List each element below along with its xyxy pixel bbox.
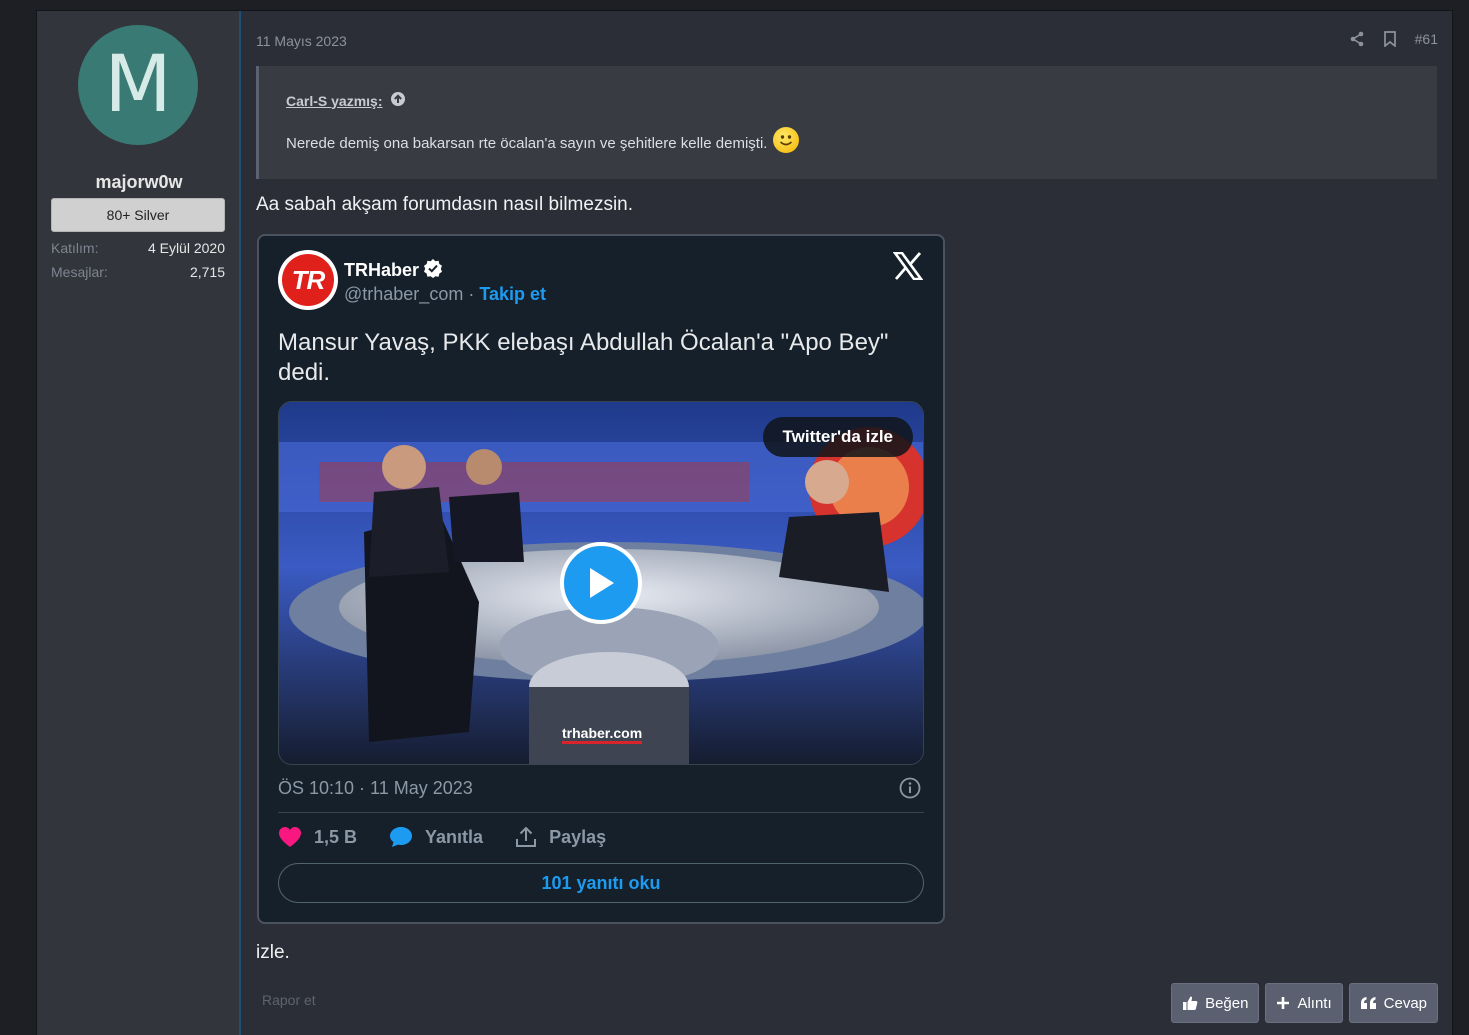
bookmark-icon[interactable]: [1383, 31, 1397, 47]
quote-author-link[interactable]: Carl-S yazmış:: [286, 91, 406, 110]
upload-icon: [516, 826, 537, 847]
share-action[interactable]: Paylaş: [515, 826, 606, 848]
tweet-avatar-logo: TR: [282, 254, 334, 306]
messages-stat: Mesajlar: 2,715: [51, 264, 225, 280]
tweet-text: Mansur Yavaş, PKK elebaşı Abdullah Öcala…: [278, 329, 889, 386]
messages-value: 2,715: [189, 264, 225, 280]
play-button[interactable]: [560, 542, 642, 624]
joined-stat: Katılım: 4 Eylül 2020: [51, 240, 225, 256]
quote-button-label: Alıntı: [1297, 994, 1332, 1012]
forum-post: M majorw0w 80+ Silver Katılım: 4 Eylül 2…: [36, 10, 1453, 1035]
tweet-divider: [278, 812, 924, 813]
quote-button[interactable]: Alıntı: [1265, 983, 1343, 1023]
handle-separator: ·: [468, 284, 475, 304]
thumbs-up-icon: [1183, 996, 1198, 1010]
quote-marks-icon: [1360, 997, 1376, 1009]
like-count: 1,5 B: [314, 826, 358, 847]
video-watermark: trhaber.com: [562, 725, 643, 744]
avatar[interactable]: M: [78, 25, 198, 145]
info-icon[interactable]: [899, 777, 921, 804]
plus-icon: [1277, 997, 1290, 1009]
arrow-up-circle-icon[interactable]: [390, 91, 406, 110]
post-action-buttons: Beğen Alıntı Cevap: [1171, 983, 1438, 1023]
x-logo-icon[interactable]: [892, 251, 924, 285]
like-button-label: Beğen: [1205, 994, 1249, 1012]
joined-label: Katılım:: [51, 240, 99, 256]
tweet-actions: 1,5 B Yanıtla Paylaş: [278, 826, 638, 848]
user-sidebar: M majorw0w 80+ Silver Katılım: 4 Eylül 2…: [37, 11, 241, 1035]
follow-button[interactable]: Takip et: [479, 284, 546, 304]
verified-badge-icon: [423, 258, 443, 283]
speech-bubble-icon: [390, 827, 413, 847]
reply-button-label: Cevap: [1383, 994, 1427, 1012]
user-rank-badge: 80+ Silver: [51, 198, 225, 232]
post-number[interactable]: #61: [1415, 31, 1438, 47]
post-date[interactable]: 11 Mayıs 2023: [256, 33, 347, 49]
like-action[interactable]: 1,5 B: [278, 826, 357, 848]
tweet-video[interactable]: Twitter'da izle trhaber.com: [278, 401, 924, 765]
reply-text: Aa sabah akşam forumdasın nasıl bilmezsi…: [256, 194, 634, 215]
read-replies-button[interactable]: 101 yanıtı oku: [278, 863, 924, 903]
tweet-embed[interactable]: TR TRHaber @trhaber_com · Takip et Mansu…: [257, 234, 945, 924]
messages-label: Mesajlar:: [51, 264, 108, 280]
share-label: Paylaş: [549, 826, 607, 847]
joined-value: 4 Eylül 2020: [147, 240, 225, 256]
tweet-avatar[interactable]: TR: [278, 250, 338, 310]
tweet-handle[interactable]: @trhaber_com: [344, 284, 463, 304]
heart-icon: [279, 827, 301, 847]
footer-text: izle.: [256, 942, 290, 963]
share-icon[interactable]: [1349, 31, 1365, 47]
report-link[interactable]: Rapor et: [262, 992, 316, 1008]
quote-block: Carl-S yazmış: Nerede demiş ona bakarsan…: [256, 66, 1437, 179]
reply-button[interactable]: Cevap: [1348, 983, 1438, 1023]
tweet-timestamp[interactable]: ÖS 10:10 · 11 May 2023: [278, 778, 473, 799]
smiley-icon: [773, 127, 800, 153]
reply-label: Yanıtla: [425, 826, 484, 847]
quote-text: Nerede demiş ona bakarsan rte öcalan'a s…: [286, 127, 800, 156]
tweet-name[interactable]: TRHaber: [344, 260, 419, 281]
username[interactable]: majorw0w: [37, 172, 241, 193]
watch-on-twitter-button[interactable]: Twitter'da izle: [762, 417, 913, 457]
tweet-handle-line: @trhaber_com · Takip et: [344, 284, 546, 305]
quote-author-name[interactable]: Carl-S yazmış:: [286, 93, 382, 109]
like-button[interactable]: Beğen: [1171, 983, 1260, 1023]
post-top-actions: #61: [1349, 31, 1438, 47]
post-main: 11 Mayıs 2023 #61 Carl-S yazmış: Nerede …: [243, 11, 1452, 1035]
quote-body: Nerede demiş ona bakarsan rte öcalan'a s…: [286, 134, 768, 152]
reply-action[interactable]: Yanıtla: [389, 826, 483, 848]
play-icon: [590, 568, 614, 598]
tweet-author-name[interactable]: TRHaber: [344, 258, 443, 283]
